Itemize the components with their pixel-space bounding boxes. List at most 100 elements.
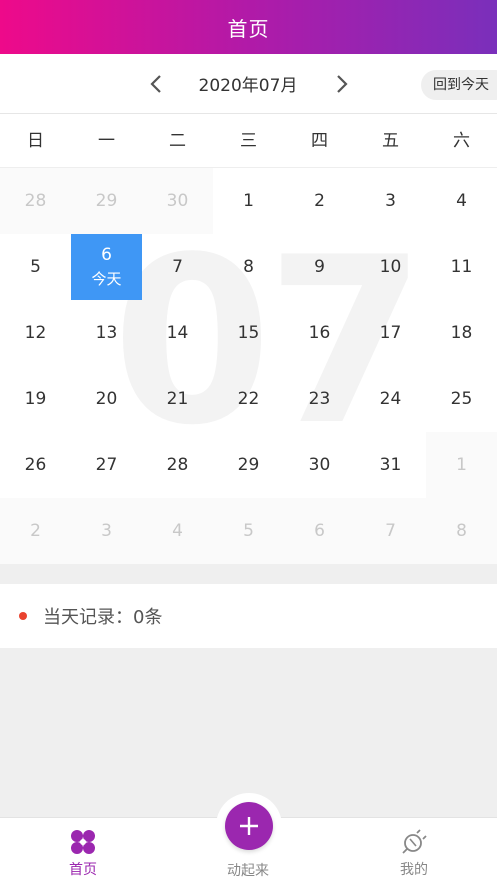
today-label: 今天: [91, 270, 122, 288]
status-dot: [19, 612, 27, 620]
calendar-day[interactable]: 7: [355, 498, 426, 564]
calendar-day[interactable]: 26: [0, 432, 71, 498]
current-month-label: 2020年07月: [198, 76, 298, 96]
calendar-day[interactable]: 29: [71, 168, 142, 234]
calendar-day[interactable]: 1: [213, 168, 284, 234]
calendar-day[interactable]: 18: [426, 300, 497, 366]
weekday-label: 六: [453, 131, 470, 151]
day-number: 6: [314, 521, 325, 541]
calendar-day[interactable]: 10: [355, 234, 426, 300]
weekday-label: 五: [382, 131, 399, 151]
add-workout-button[interactable]: [225, 802, 273, 850]
month-navigation-bar: 2020年07月 回到今天: [0, 54, 497, 114]
day-number: 1: [243, 191, 254, 211]
day-number: 22: [237, 389, 260, 409]
tab-mine[interactable]: 我的: [354, 818, 474, 883]
day-number: 18: [450, 323, 473, 343]
calendar-day[interactable]: 21: [142, 366, 213, 432]
day-number: 31: [379, 455, 402, 475]
day-number: 25: [450, 389, 473, 409]
top-header: 首页: [0, 0, 497, 54]
calendar-day[interactable]: 11: [426, 234, 497, 300]
day-number: 27: [95, 455, 118, 475]
day-number: 12: [24, 323, 47, 343]
calendar-day[interactable]: 30: [142, 168, 213, 234]
previous-month-button[interactable]: [140, 68, 172, 100]
calendar-day[interactable]: 28: [0, 168, 71, 234]
weekday-label: 三: [240, 131, 257, 151]
day-number: 28: [24, 191, 47, 211]
calendar-day[interactable]: 20: [71, 366, 142, 432]
calendar-day[interactable]: 22: [213, 366, 284, 432]
chevron-right-icon: [337, 75, 348, 93]
day-number: 20: [95, 389, 118, 409]
day-number: 29: [95, 191, 118, 211]
calendar-day[interactable]: 6: [284, 498, 355, 564]
calendar-day[interactable]: 30: [284, 432, 355, 498]
calendar-day[interactable]: 4: [142, 498, 213, 564]
chevron-left-icon: [150, 75, 161, 93]
tab-home-label: 首页: [69, 862, 97, 878]
day-number: 5: [243, 521, 254, 541]
calendar-day[interactable]: 2: [0, 498, 71, 564]
calendar-day[interactable]: 28: [142, 432, 213, 498]
calendar-day[interactable]: 8: [426, 498, 497, 564]
day-number: 3: [101, 521, 112, 541]
calendar-day[interactable]: 25: [426, 366, 497, 432]
home-clover-icon: [71, 830, 95, 854]
day-number: 26: [24, 455, 47, 475]
calendar-day[interactable]: 5: [0, 234, 71, 300]
calendar-day-today[interactable]: 6 今天: [71, 234, 142, 300]
calendar-grid: 07 28 29 30 1 2 3 4 5 6 今天 7 8 9 10 11 12 13 14 15 16 17 18 19…: [0, 168, 497, 564]
calendar-day[interactable]: 7: [142, 234, 213, 300]
day-number: 4: [456, 191, 467, 211]
day-number: 30: [308, 455, 331, 475]
calendar-day[interactable]: 3: [71, 498, 142, 564]
calendar-day[interactable]: 15: [213, 300, 284, 366]
tab-home[interactable]: 首页: [23, 818, 143, 883]
day-number: 21: [166, 389, 189, 409]
day-number: 4: [172, 521, 183, 541]
day-number: 24: [379, 389, 402, 409]
calendar-day[interactable]: 8: [213, 234, 284, 300]
calendar-day[interactable]: 1: [426, 432, 497, 498]
calendar-day[interactable]: 13: [71, 300, 142, 366]
day-number: 19: [24, 389, 47, 409]
day-number: 2: [30, 521, 41, 541]
day-number: 10: [379, 257, 402, 277]
day-number: 28: [166, 455, 189, 475]
calendar-day[interactable]: 19: [0, 366, 71, 432]
calendar-day[interactable]: 31: [355, 432, 426, 498]
calendar-day[interactable]: 12: [0, 300, 71, 366]
plus-icon: [240, 817, 258, 835]
calendar-day[interactable]: 16: [284, 300, 355, 366]
calendar-day[interactable]: 17: [355, 300, 426, 366]
day-number: 17: [379, 323, 402, 343]
calendar-day[interactable]: 5: [213, 498, 284, 564]
day-number: 23: [308, 389, 331, 409]
day-record-text: 当天记录：0条: [43, 607, 163, 628]
day-number: 13: [95, 323, 118, 343]
calendar-day[interactable]: 2: [284, 168, 355, 234]
tab-mine-label: 我的: [400, 862, 428, 878]
weekday-label: 日: [27, 131, 44, 151]
calendar-day[interactable]: 3: [355, 168, 426, 234]
day-number: 6: [101, 245, 112, 265]
calendar-day[interactable]: 14: [142, 300, 213, 366]
next-month-button[interactable]: [326, 68, 358, 100]
calendar-day[interactable]: 27: [71, 432, 142, 498]
calendar-day[interactable]: 29: [213, 432, 284, 498]
day-number: 5: [30, 257, 41, 277]
calendar-day[interactable]: 9: [284, 234, 355, 300]
plug-icon: [402, 829, 427, 854]
back-to-today-button[interactable]: 回到今天: [421, 70, 497, 100]
calendar-day[interactable]: 23: [284, 366, 355, 432]
weekday-header: 日一二三四五六: [0, 114, 497, 168]
day-number: 7: [385, 521, 396, 541]
day-number: 11: [450, 257, 473, 277]
page-title: 首页: [227, 16, 270, 41]
weekday-label: 一: [98, 131, 115, 151]
calendar-day[interactable]: 24: [355, 366, 426, 432]
day-number: 8: [243, 257, 254, 277]
calendar-day[interactable]: 4: [426, 168, 497, 234]
